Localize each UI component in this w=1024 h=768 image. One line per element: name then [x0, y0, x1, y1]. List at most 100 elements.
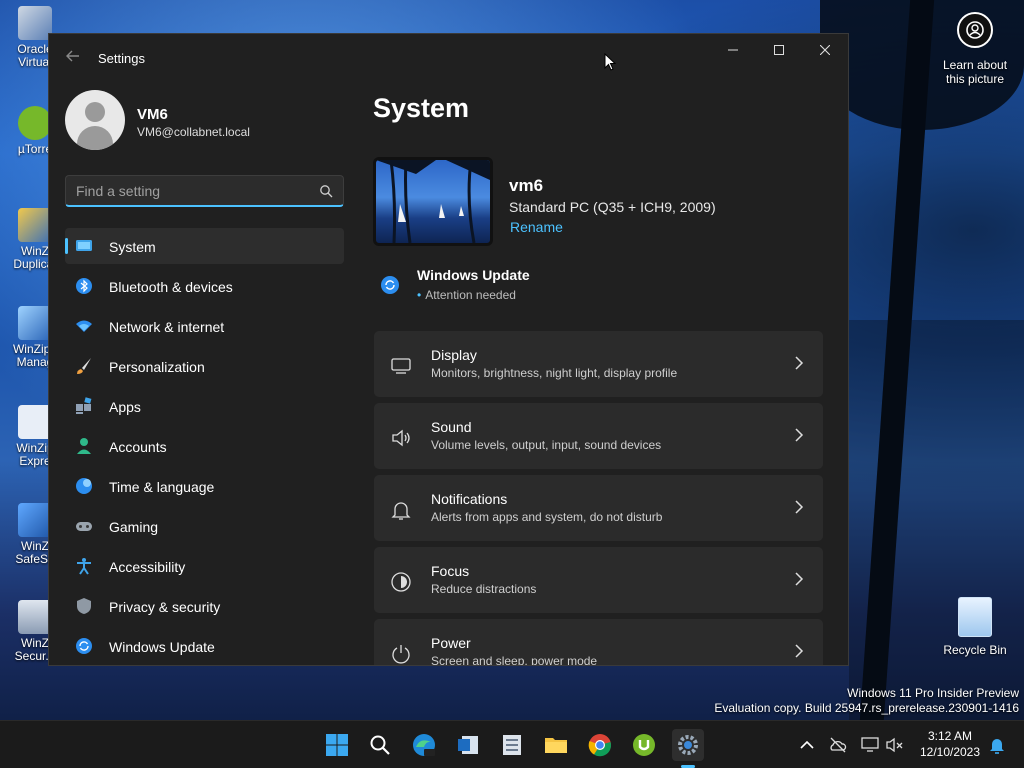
display-icon	[391, 358, 411, 374]
card-title: Notifications	[431, 491, 508, 507]
windows-update-title[interactable]: Windows Update	[417, 267, 530, 283]
watermark-edition: Windows 11 Pro Insider Preview	[847, 686, 1019, 700]
start-button[interactable]	[321, 729, 353, 761]
notification-bell-icon[interactable]	[987, 735, 1007, 755]
file-explorer-icon	[545, 738, 567, 753]
rename-link[interactable]: Rename	[510, 219, 563, 235]
windows-watermark: Windows 11 Pro Insider Preview Evaluatio…	[714, 686, 1019, 716]
sidebar-item-system[interactable]: System	[65, 228, 344, 264]
recycle-bin-icon	[958, 597, 992, 637]
window-title: Settings	[98, 51, 145, 66]
clock-date: 12/10/2023	[919, 745, 981, 759]
taskbar-edge[interactable]	[408, 729, 440, 761]
sidebar-item-accounts[interactable]: Accounts	[65, 428, 344, 464]
device-name: vm6	[509, 176, 544, 195]
sidebar-item-label: Windows Update	[109, 639, 215, 655]
taskbar-search-button[interactable]	[364, 729, 396, 761]
close-button[interactable]	[802, 34, 848, 66]
chevron-right-icon	[795, 356, 804, 370]
search-input[interactable]	[76, 182, 306, 200]
search-box[interactable]	[65, 175, 344, 207]
desktop-thumbnail[interactable]	[373, 157, 493, 246]
settings-card-notifications[interactable]: Notifications Alerts from apps and syste…	[374, 475, 823, 541]
maximize-icon	[774, 45, 784, 55]
sidebar-item-label: Time & language	[109, 479, 215, 495]
sidebar-item-label: Gaming	[109, 519, 159, 535]
search-icon	[370, 735, 390, 755]
system-clock[interactable]: 3:12 AM 12/10/2023	[915, 728, 985, 760]
edge-icon	[413, 734, 435, 756]
avatar[interactable]	[65, 90, 125, 150]
card-subtitle: Screen and sleep, power mode	[431, 654, 598, 666]
active-indicator	[65, 238, 68, 254]
cloud-offline-icon[interactable]	[828, 735, 848, 755]
sidebar-item-time-language[interactable]: Time & language	[65, 468, 344, 504]
sidebar-item-label: Accessibility	[109, 559, 186, 575]
learn-about-label: Learn about this picture	[942, 58, 1008, 86]
taskbar-winzip[interactable]	[496, 729, 528, 761]
avatar-body	[77, 126, 113, 150]
watermark-build: Evaluation copy. Build 25947.rs_prerelea…	[714, 701, 1019, 715]
settings-card-display[interactable]: Display Monitors, brightness, night ligh…	[374, 331, 823, 397]
chevron-right-icon	[795, 644, 804, 658]
windows-update-icon	[381, 276, 399, 294]
wifi-icon	[76, 320, 92, 332]
windows-update-status: • Attention needed	[417, 288, 516, 302]
taskbar-outlook[interactable]	[452, 729, 484, 761]
bell-icon	[391, 502, 411, 520]
desktop-icon-recycle-bin[interactable]: Recycle Bin	[940, 597, 1010, 657]
bluetooth-icon	[76, 278, 92, 294]
card-title: Power	[431, 635, 471, 651]
focus-icon	[391, 572, 411, 592]
taskbar-file-explorer[interactable]	[540, 729, 572, 761]
sidebar-item-personalization[interactable]: Personalization	[65, 348, 344, 384]
sidebar-item-network[interactable]: Network & internet	[65, 308, 344, 344]
taskbar-settings[interactable]	[672, 729, 704, 761]
pdf-icon	[18, 405, 52, 439]
settings-window: Settings VM6 VM6@collabnet.local System …	[48, 33, 849, 666]
sidebar-item-privacy-security[interactable]: Privacy & security	[65, 588, 344, 624]
winzip-icon	[18, 208, 52, 242]
status-dot: •	[417, 288, 422, 302]
maximize-button[interactable]	[756, 34, 802, 66]
sidebar-item-apps[interactable]: Apps	[65, 388, 344, 424]
sidebar-item-label: Network & internet	[109, 319, 225, 335]
share-icon	[18, 503, 52, 537]
update-icon	[76, 638, 92, 654]
utorrent-icon	[633, 734, 655, 756]
chevron-up-icon[interactable]	[797, 735, 817, 755]
minimize-icon	[728, 49, 738, 51]
sidebar-item-label: Accounts	[109, 439, 167, 455]
sidebar-item-accessibility[interactable]: Accessibility	[65, 548, 344, 584]
volume-muted-icon[interactable]	[885, 735, 905, 755]
start-icon	[326, 734, 348, 756]
learn-about-picture[interactable]: Learn about this picture	[934, 12, 1016, 86]
sidebar-nav: System Bluetooth & devices Network & int…	[65, 228, 344, 665]
sidebar-item-gaming[interactable]: Gaming	[65, 508, 344, 544]
settings-card-power[interactable]: Power Screen and sleep, power mode	[374, 619, 823, 666]
taskbar-chrome[interactable]	[584, 729, 616, 761]
back-arrow-icon[interactable]	[65, 48, 81, 64]
page-title: System	[373, 93, 470, 123]
camera-icon	[957, 12, 993, 48]
minimize-button[interactable]	[710, 34, 756, 66]
shield-icon	[77, 598, 91, 614]
palm-shadow	[849, 320, 1024, 720]
chevron-right-icon	[795, 572, 804, 586]
taskbar: 3:12 AM 12/10/2023	[0, 720, 1024, 768]
windows-update-status-text: Attention needed	[425, 288, 516, 302]
device-model: Standard PC (Q35 + ICH9, 2009)	[509, 199, 716, 215]
outlook-icon	[458, 736, 478, 754]
image-icon	[18, 306, 52, 340]
settings-card-focus[interactable]: Focus Reduce distractions	[374, 547, 823, 613]
title-bar[interactable]: Settings	[49, 34, 848, 80]
taskbar-utorrent[interactable]	[628, 729, 660, 761]
sidebar-item-bluetooth[interactable]: Bluetooth & devices	[65, 268, 344, 304]
search-icon	[320, 185, 333, 198]
gamepad-icon	[76, 522, 92, 531]
sidebar-item-label: Personalization	[109, 359, 205, 375]
network-icon[interactable]	[860, 735, 880, 755]
settings-card-sound[interactable]: Sound Volume levels, output, input, soun…	[374, 403, 823, 469]
sidebar-item-label: System	[109, 239, 156, 255]
sidebar-item-windows-update[interactable]: Windows Update	[65, 628, 344, 664]
